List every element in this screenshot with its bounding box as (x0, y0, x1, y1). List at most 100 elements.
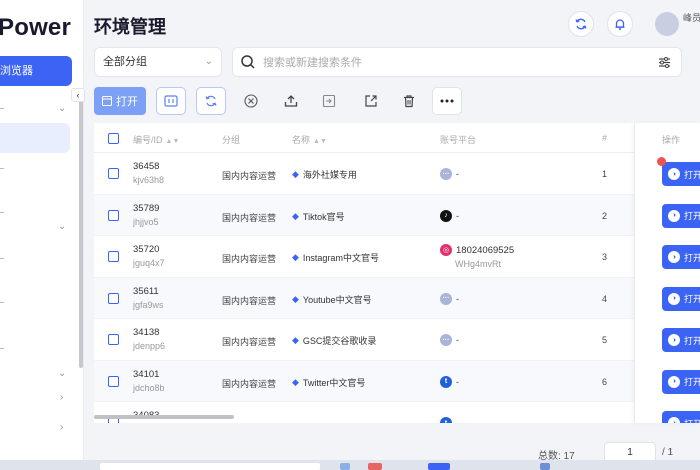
browser-icon: ◑ (668, 417, 680, 423)
row-group: 国内内容运营 (222, 254, 277, 264)
sidebar-divider (0, 108, 4, 109)
search-input[interactable] (263, 53, 623, 73)
row-id: 34101 (133, 368, 160, 380)
twitter-icon: t (440, 375, 452, 388)
delete-button[interactable] (394, 87, 424, 115)
chevron-down-icon[interactable]: ⌄ (58, 221, 66, 232)
open-button[interactable]: 打开 (94, 87, 146, 115)
sync-button[interactable] (568, 11, 594, 37)
window-sync-icon (164, 95, 178, 107)
row-open-button[interactable]: ◑打开 (662, 369, 700, 394)
row-name[interactable]: ◆ GSC提交谷歌收录 (292, 334, 376, 347)
sync-icon (575, 18, 587, 30)
row-index: 4 (602, 293, 608, 304)
column-header-platform: 账号平台 (440, 135, 477, 145)
filter-sliders-icon[interactable] (658, 56, 671, 69)
sidebar-item-selected[interactable] (0, 123, 70, 153)
table-row[interactable]: 34138 jdenpp6 国内内容运营 ◆ GSC提交谷歌收录 ··· - 5 (94, 319, 634, 361)
row-id: 35611 (133, 285, 159, 297)
table-row[interactable]: 34101 jdcho8b 国内内容运营 ◆ Twitter中文官号 t- 6 (94, 360, 634, 402)
row-platform: ··· - (440, 292, 459, 305)
windows-icon: ◆ (292, 252, 299, 262)
taskbar-search[interactable] (100, 463, 320, 470)
browser-icon: ◑ (668, 292, 680, 305)
taskbar-app[interactable] (340, 463, 350, 470)
taskbar-app[interactable] (540, 463, 550, 470)
browser-icon: ◑ (668, 251, 680, 263)
row-open-button[interactable]: ◑打开 (662, 162, 700, 186)
page-title: 环境管理 (94, 17, 166, 37)
collapse-sidebar-icon[interactable]: ‹ (71, 88, 85, 102)
refresh-icon (205, 95, 217, 107)
sidebar: Power 浏览器 ⌄ ⌄ ⌄ › › (0, 0, 84, 460)
table-row[interactable]: 34083 t (94, 402, 634, 423)
windows-icon: ◆ (292, 169, 299, 179)
operation-column: 操作 ◑打开 ◑打开 ◑打开 ◑打开 ◑打开 ◑打开 ◑打开 (634, 123, 700, 423)
row-checkbox[interactable] (108, 209, 119, 221)
row-open-button[interactable]: ◑打开 (662, 245, 700, 269)
twitter-icon: t (440, 417, 452, 423)
row-group: 国内内容运营 (222, 295, 277, 306)
row-checkbox[interactable] (108, 334, 119, 345)
row-name[interactable]: ◆ Tiktok官号 (292, 210, 345, 223)
table-row[interactable]: 35611 jgfa9ws 国内内容运营 ◆ Youtube中文官号 ··· - 4 (94, 277, 634, 319)
close-circle-icon (244, 94, 258, 108)
table-horizontal-scrollbar[interactable] (94, 415, 234, 419)
column-header-id[interactable]: 编号/ID ▲▼ (133, 133, 179, 146)
chevron-right-icon[interactable]: › (60, 422, 63, 433)
row-checkbox[interactable] (108, 292, 119, 304)
select-all-checkbox[interactable] (108, 133, 119, 144)
taskbar-app[interactable] (428, 463, 450, 470)
sidebar-scrollbar[interactable] (79, 100, 83, 368)
row-name[interactable]: ◆ Twitter中文官号 (292, 376, 365, 389)
row-name[interactable]: ◆ Instagram中文官号 (292, 251, 379, 264)
windows-icon: ◆ (292, 293, 299, 304)
table-row[interactable]: 35789 jhjjvo5 国内内容运营 ◆ Tiktok官号 ♪ - 2 (94, 194, 634, 236)
chevron-down-icon[interactable]: ⌄ (58, 368, 66, 379)
lock-badge-icon (657, 157, 666, 166)
group-select[interactable]: 全部分组 ⌄ (94, 47, 222, 77)
move-to-button[interactable] (314, 87, 344, 115)
refresh-button[interactable] (196, 87, 226, 115)
chevron-down-icon: ⌄ (204, 56, 213, 67)
column-header-operation: 操作 (662, 135, 681, 145)
windows-icon: ◆ (292, 210, 299, 221)
row-open-button[interactable]: ◑打开 (662, 328, 700, 352)
avatar[interactable] (655, 12, 679, 36)
sidebar-divider (0, 348, 4, 349)
generic-platform-icon: ··· (440, 168, 452, 180)
row-name[interactable]: ◆ 海外社媒专用 (292, 168, 357, 181)
more-button[interactable] (432, 87, 462, 115)
app-logo: Power (0, 14, 72, 41)
table-row[interactable]: 35720 jguq4x7 国内内容运营 ◆ Instagram中文官号 ◎ 180… (94, 236, 634, 278)
row-id: 36458 (133, 161, 160, 172)
sidebar-item-browser[interactable]: 浏览器 (0, 56, 72, 86)
upload-button[interactable] (276, 87, 306, 115)
row-code: jgfa9ws (133, 299, 164, 310)
chevron-right-icon[interactable]: › (60, 392, 63, 403)
move-in-icon (322, 94, 336, 108)
windows-icon: ◆ (292, 335, 299, 345)
row-index: 6 (602, 376, 608, 387)
table-row[interactable]: 36458 kjv63h8 国内内容运营 ◆ 海外社媒专用 ··· - 1 (94, 153, 634, 195)
chevron-down-icon[interactable]: ⌄ (58, 103, 66, 114)
browser-icon: ◑ (668, 168, 680, 180)
notification-button[interactable] (607, 11, 633, 37)
trash-icon (404, 95, 414, 108)
row-checkbox[interactable] (108, 251, 119, 262)
row-open-button[interactable]: ◑打开 (662, 286, 700, 311)
close-button[interactable] (236, 87, 266, 115)
user-name[interactable]: 峰员 (683, 12, 700, 24)
taskbar-app[interactable] (368, 463, 382, 470)
row-open-button[interactable]: ◑打开 (662, 411, 700, 423)
search-box[interactable] (232, 47, 682, 77)
row-checkbox[interactable] (108, 168, 119, 179)
row-code: jhjjvo5 (133, 216, 159, 227)
share-button[interactable] (356, 87, 386, 115)
row-open-button[interactable]: ◑打开 (662, 203, 700, 228)
row-id: 35720 (133, 244, 160, 255)
column-header-name[interactable]: 名称 ▲▼ (292, 133, 327, 146)
batch-window-button[interactable] (156, 87, 186, 115)
row-name[interactable]: ◆ Youtube中文官号 (292, 293, 372, 306)
row-checkbox[interactable] (108, 375, 119, 387)
